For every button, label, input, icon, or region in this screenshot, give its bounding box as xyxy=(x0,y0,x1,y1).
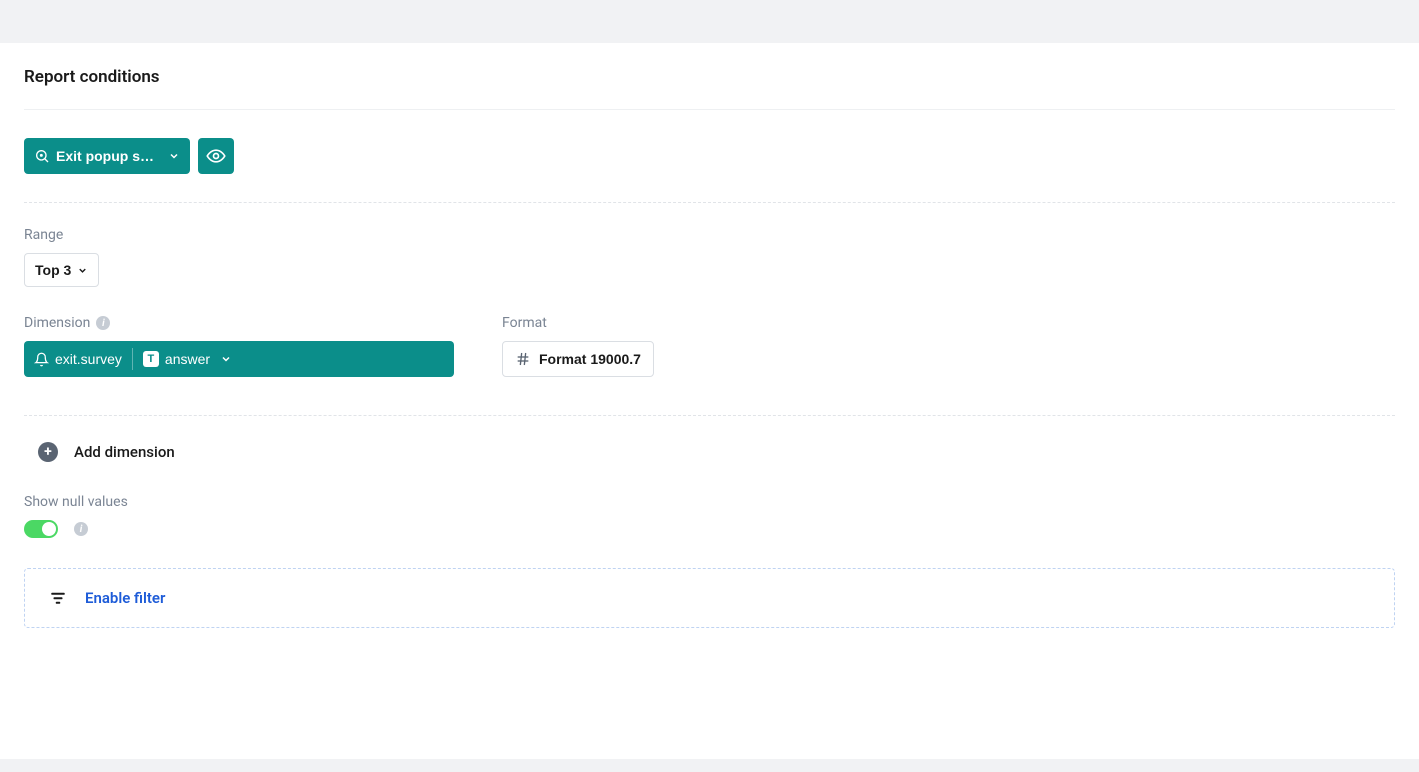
dimension-format-row: Dimension i exit.survey T answer xyxy=(24,315,1395,377)
range-section: Range Top 3 xyxy=(24,227,1395,287)
panel-title: Report conditions xyxy=(24,67,1395,110)
text-type-badge: T xyxy=(143,351,159,367)
dimension-event: exit.survey xyxy=(34,351,122,367)
dimension-property: T answer xyxy=(143,351,210,367)
plus-circle-icon: + xyxy=(38,442,58,462)
source-label: Exit popup su… xyxy=(56,148,162,164)
chevron-down-icon xyxy=(77,265,88,276)
filter-box: Enable filter xyxy=(24,568,1395,628)
source-row: Exit popup su… xyxy=(24,138,1395,174)
chip-divider xyxy=(132,348,133,370)
show-null-label: Show null values xyxy=(24,494,1395,510)
show-null-toggle[interactable] xyxy=(24,520,58,538)
eye-icon xyxy=(206,146,226,166)
format-value: Format 19000.7 xyxy=(539,351,641,367)
format-column: Format Format 19000.7 xyxy=(502,315,654,377)
bell-icon xyxy=(34,352,49,367)
dimension-chip[interactable]: exit.survey T answer xyxy=(24,341,454,377)
chevron-down-icon xyxy=(168,150,180,162)
filter-icon xyxy=(49,589,67,607)
info-icon[interactable]: i xyxy=(74,522,88,536)
hash-icon xyxy=(515,351,531,367)
dimension-column: Dimension i exit.survey T answer xyxy=(24,315,454,377)
toggle-knob xyxy=(42,522,56,536)
search-insight-icon xyxy=(34,148,50,164)
range-value: Top 3 xyxy=(35,262,71,278)
chevron-down-icon xyxy=(220,353,232,365)
info-icon[interactable]: i xyxy=(96,316,110,330)
show-null-section: Show null values i xyxy=(24,494,1395,538)
report-conditions-panel: Report conditions Exit popup su… xyxy=(0,43,1419,759)
format-label: Format xyxy=(502,315,654,331)
enable-filter-link[interactable]: Enable filter xyxy=(85,589,165,607)
source-select[interactable]: Exit popup su… xyxy=(24,138,190,174)
format-select[interactable]: Format 19000.7 xyxy=(502,341,654,377)
add-dimension-button[interactable]: + Add dimension xyxy=(24,415,1395,486)
add-dimension-label: Add dimension xyxy=(74,443,175,461)
dimension-label: Dimension xyxy=(24,315,90,331)
range-select[interactable]: Top 3 xyxy=(24,253,99,287)
preview-button[interactable] xyxy=(198,138,234,174)
range-label: Range xyxy=(24,227,1395,243)
dimension-property-name: answer xyxy=(165,351,210,367)
divider xyxy=(24,202,1395,203)
top-bar xyxy=(0,0,1419,43)
dimension-label-row: Dimension i xyxy=(24,315,454,331)
dimension-event-name: exit.survey xyxy=(55,351,122,367)
